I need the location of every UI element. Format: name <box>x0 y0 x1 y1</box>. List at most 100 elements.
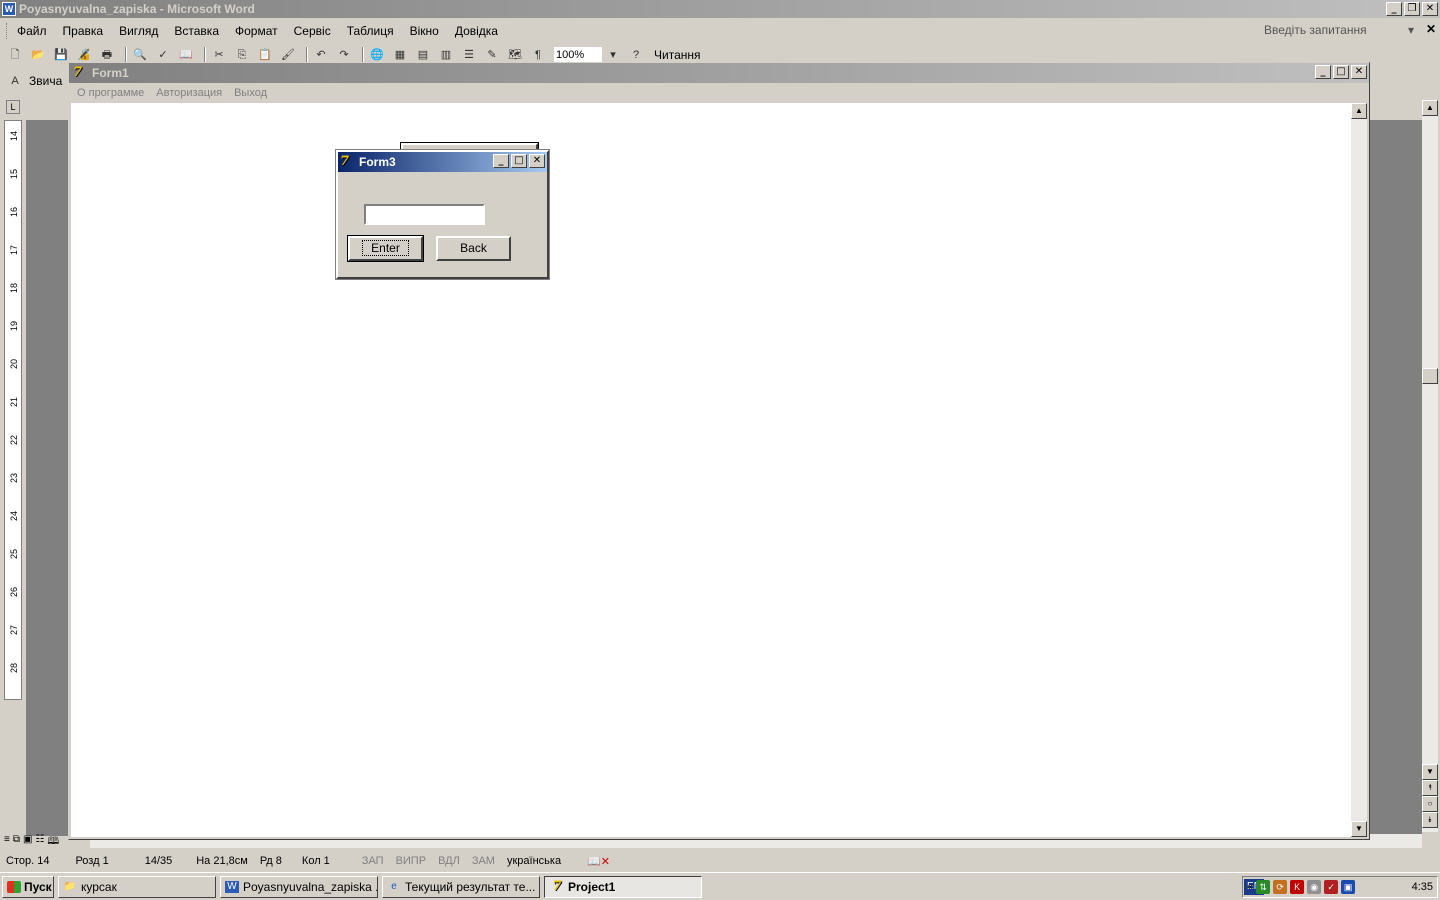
form1-maximize-button[interactable]: □ <box>1333 65 1349 79</box>
print-icon[interactable]: 🖶 <box>98 47 116 63</box>
status-extend[interactable]: ВДЛ <box>432 855 466 867</box>
form1-close-button[interactable]: ✕ <box>1351 65 1367 79</box>
task-button-word[interactable]: W Poyasnyuvalna_zapiska ... <box>220 875 378 898</box>
status-language[interactable]: українська <box>501 855 567 867</box>
spelling-icon[interactable]: ✓ <box>154 47 172 63</box>
research-icon[interactable]: 📖 <box>177 47 195 63</box>
redo-icon[interactable]: ↷ <box>335 47 353 63</box>
enter-button[interactable]: Enter <box>347 235 424 262</box>
web-view-icon[interactable]: ⧉ <box>13 834 20 851</box>
network-icon[interactable]: ⇅ <box>1256 880 1271 894</box>
scroll-up-arrow-icon[interactable]: ▲ <box>1422 100 1438 116</box>
show-hide-pilcrow-icon[interactable]: ¶ <box>529 47 547 63</box>
cut-icon[interactable]: ✂ <box>210 47 228 63</box>
print-layout-view-icon[interactable]: ▣ <box>23 834 32 851</box>
columns-icon[interactable]: ☰ <box>460 47 478 63</box>
menu-window[interactable]: Вікно <box>410 24 439 38</box>
shield-icon[interactable]: ✓ <box>1324 880 1339 894</box>
drawing-icon[interactable]: ✎ <box>483 47 501 63</box>
menu-authorization[interactable]: Авторизация <box>156 87 222 99</box>
sync-icon[interactable]: ⟳ <box>1273 880 1288 894</box>
chevron-down-icon[interactable]: ▾ <box>1408 23 1414 37</box>
document-map-icon[interactable]: 🗺 <box>506 47 524 63</box>
paste-icon[interactable]: 📋 <box>256 47 274 63</box>
form1-minimize-button[interactable]: _ <box>1315 65 1331 79</box>
scroll-down-arrow-icon[interactable]: ▼ <box>1351 821 1367 837</box>
styles-icon[interactable]: A <box>6 73 24 89</box>
tray-expand-icon[interactable]: « <box>1247 881 1253 893</box>
format-painter-icon[interactable]: 🖌 <box>279 47 297 63</box>
clock[interactable]: 4:35 <box>1412 881 1433 893</box>
menu-edit[interactable]: Правка <box>63 24 104 38</box>
task-button-browser[interactable]: e Текущий результат те... <box>382 875 540 898</box>
new-document-icon[interactable]: 🗋 <box>6 47 24 63</box>
close-document-icon[interactable]: ✕ <box>1426 22 1436 36</box>
menu-insert[interactable]: Вставка <box>174 24 219 38</box>
word-restore-button[interactable]: ❐ <box>1404 2 1420 16</box>
menu-format[interactable]: Формат <box>235 24 278 38</box>
help-question-box[interactable]: Введіть запитання ▾ <box>1264 22 1414 38</box>
hyperlink-icon[interactable]: 🌐 <box>368 47 386 63</box>
form3-maximize-button[interactable]: □ <box>511 154 527 168</box>
antivirus-icon[interactable]: K <box>1290 880 1305 894</box>
status-overtype[interactable]: ЗАМ <box>466 855 501 867</box>
browse-object-icon[interactable]: ○ <box>1422 796 1438 812</box>
word-minimize-button[interactable]: _ <box>1386 2 1402 16</box>
save-icon[interactable]: 💾 <box>52 47 70 63</box>
word-vertical-scrollbar[interactable]: ▲ ▼ ⯭ ○ ⯯ <box>1422 100 1438 832</box>
word-app-icon[interactable]: W <box>2 2 16 16</box>
word-title-bar[interactable]: W Poyasnyuvalna_zapiska - Microsoft Word… <box>0 0 1440 18</box>
print-preview-icon[interactable]: 🔍 <box>131 47 149 63</box>
permission-icon[interactable]: 🔏 <box>75 47 93 63</box>
task-button-folder[interactable]: 📁 курсак <box>58 875 216 898</box>
menu-help[interactable]: Довідка <box>455 24 498 38</box>
form1-vertical-scrollbar[interactable]: ▲ ▼ <box>1351 103 1367 837</box>
word-close-button[interactable]: ✕ <box>1422 2 1438 16</box>
scroll-down-arrow-icon[interactable]: ▼ <box>1422 764 1438 780</box>
menu-about[interactable]: О программе <box>77 87 144 99</box>
volume-icon[interactable]: ◉ <box>1307 880 1322 894</box>
previous-page-icon[interactable]: ⯭ <box>1422 780 1438 796</box>
menu-file[interactable]: Файл <box>17 24 47 38</box>
start-button[interactable]: Пуск <box>2 875 54 898</box>
menu-grip[interactable] <box>6 23 9 39</box>
password-input[interactable] <box>364 204 485 225</box>
delphi-icon[interactable]: 7 <box>340 154 356 170</box>
tab-selector[interactable]: L <box>6 100 20 114</box>
form3-minimize-button[interactable]: _ <box>493 154 509 168</box>
delphi-icon[interactable]: 7 <box>73 65 89 81</box>
zoom-select[interactable]: 100% <box>554 47 602 63</box>
form1-window[interactable]: 7 Form1 _ □ ✕ О программе Авторизация Вы… <box>68 62 1370 840</box>
next-page-icon[interactable]: ⯯ <box>1422 812 1438 828</box>
tables-borders-icon[interactable]: ▦ <box>391 47 409 63</box>
status-track-changes[interactable]: ВИПР <box>390 855 433 867</box>
back-button[interactable]: Back <box>436 236 511 261</box>
spelling-status-icon[interactable]: 📖✕ <box>581 855 616 868</box>
form3-title-bar[interactable]: 7 Form3 _ □ ✕ <box>338 152 547 172</box>
form1-title-bar[interactable]: 7 Form1 _ □ ✕ <box>69 63 1369 83</box>
scroll-up-arrow-icon[interactable]: ▲ <box>1351 103 1367 119</box>
task-button-project1[interactable]: 7 Project1 <box>544 875 702 898</box>
menu-table[interactable]: Таблиця <box>347 24 394 38</box>
scroll-thumb[interactable] <box>1422 368 1438 384</box>
style-select[interactable]: Звича <box>29 74 62 88</box>
outline-view-icon[interactable]: ☷ <box>35 834 44 851</box>
form3-dialog[interactable]: 7 Form3 _ □ ✕ Enter Back <box>335 149 550 280</box>
chevron-down-icon[interactable]: ▾ <box>604 47 622 63</box>
menu-exit[interactable]: Выход <box>234 87 267 99</box>
open-folder-icon[interactable]: 📂 <box>29 47 47 63</box>
copy-icon[interactable]: ⎘ <box>233 47 251 63</box>
normal-view-icon[interactable]: ≡ <box>4 834 10 851</box>
monitor-icon[interactable]: ▣ <box>1341 880 1356 894</box>
menu-tools[interactable]: Сервіс <box>294 24 331 38</box>
vertical-ruler[interactable]: 14 15 16 17 18 19 20 21 22 23 24 25 26 2… <box>4 120 22 700</box>
reading-view-icon[interactable]: 🕮 <box>47 834 59 851</box>
status-record[interactable]: ЗАП <box>356 855 390 867</box>
reading-mode-button[interactable]: Читання <box>654 48 701 62</box>
form3-close-button[interactable]: ✕ <box>529 154 545 168</box>
insert-table-icon[interactable]: ▤ <box>414 47 432 63</box>
undo-icon[interactable]: ↶ <box>312 47 330 63</box>
insert-excel-icon[interactable]: ▥ <box>437 47 455 63</box>
menu-view[interactable]: Вигляд <box>119 24 158 38</box>
help-icon[interactable]: ? <box>627 47 645 63</box>
